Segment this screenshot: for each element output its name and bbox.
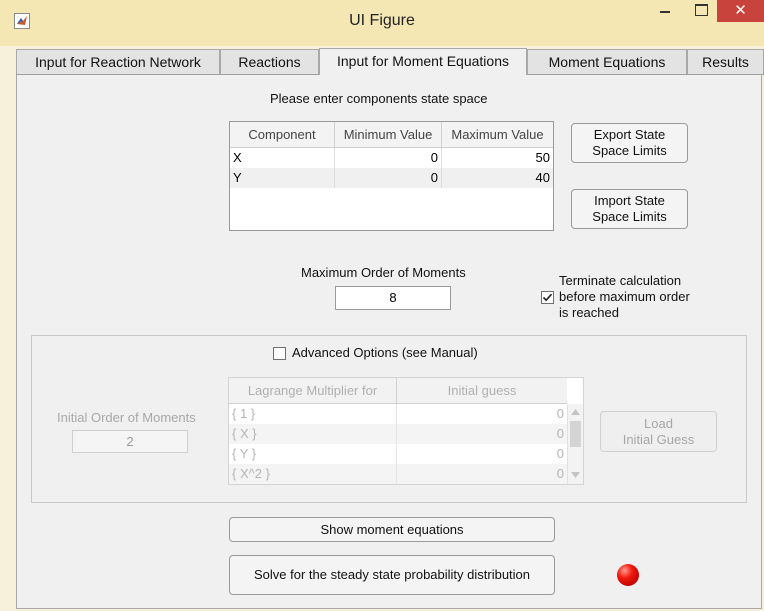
table-row[interactable]: { 1 } 0 xyxy=(229,404,567,424)
scrollbar-thumb[interactable] xyxy=(570,421,581,447)
table-row[interactable]: X 0 50 xyxy=(230,148,553,168)
close-button[interactable]: ✕ xyxy=(717,0,764,22)
export-state-space-button[interactable]: Export State Space Limits xyxy=(571,123,688,163)
minimize-button[interactable] xyxy=(651,0,679,22)
terminate-label-line1: Terminate calculation xyxy=(559,273,682,288)
tab-bar: Input for Reaction Network Reactions Inp… xyxy=(16,48,764,75)
solve-steady-state-button[interactable]: Solve for the steady state probability d… xyxy=(229,555,555,595)
table-row[interactable]: { X } 0 xyxy=(229,424,567,444)
tab-moment-equations[interactable]: Moment Equations xyxy=(527,49,687,74)
scroll-down-icon[interactable] xyxy=(571,472,580,478)
column-header-component[interactable]: Component xyxy=(230,122,335,148)
cell-multiplier[interactable]: { 1 } xyxy=(229,404,397,424)
cell-guess[interactable]: 0 xyxy=(397,464,567,484)
cell-max[interactable]: 40 xyxy=(442,168,553,188)
cell-max[interactable]: 50 xyxy=(442,148,553,168)
tab-input-moment-equations[interactable]: Input for Moment Equations xyxy=(319,48,527,75)
import-label-line1: Import State xyxy=(594,193,665,208)
import-label-line2: Space Limits xyxy=(592,209,667,224)
max-order-label: Maximum Order of Moments xyxy=(301,265,466,280)
maximize-button[interactable] xyxy=(687,0,715,22)
max-order-input[interactable]: 8 xyxy=(335,286,451,310)
terminate-checkbox[interactable] xyxy=(541,291,554,304)
lagrange-multiplier-table[interactable]: Lagrange Multiplier for Initial guess { … xyxy=(228,377,584,485)
tab-input-reaction-network[interactable]: Input for Reaction Network xyxy=(16,49,220,74)
state-space-table[interactable]: Component Minimum Value Maximum Value X … xyxy=(229,121,554,231)
column-header-initial-guess[interactable]: Initial guess xyxy=(397,378,567,404)
initial-order-input[interactable]: 2 xyxy=(72,430,188,453)
load-label-line2: Initial Guess xyxy=(622,431,695,447)
cell-guess[interactable]: 0 xyxy=(397,424,567,444)
table-row[interactable]: { Y } 0 xyxy=(229,444,567,464)
close-icon: ✕ xyxy=(734,2,747,19)
table-scrollbar[interactable] xyxy=(567,404,583,484)
column-header-lagrange[interactable]: Lagrange Multiplier for xyxy=(229,378,397,404)
export-label-line2: Space Limits xyxy=(592,143,667,158)
export-label-line1: Export State xyxy=(593,127,666,142)
tab-results[interactable]: Results xyxy=(687,49,764,74)
terminate-label: Terminate calculation before maximum ord… xyxy=(559,273,690,321)
window-title: UI Figure xyxy=(349,12,415,29)
table-row[interactable]: Y 0 40 xyxy=(230,168,553,188)
cell-component[interactable]: Y xyxy=(230,168,335,188)
minimize-icon xyxy=(660,11,670,13)
cell-multiplier[interactable]: { Y } xyxy=(229,444,397,464)
cell-multiplier[interactable]: { X } xyxy=(229,424,397,444)
initial-order-label: Initial Order of Moments xyxy=(57,410,196,425)
state-space-prompt: Please enter components state space xyxy=(270,91,488,106)
cell-multiplier[interactable]: { X^2 } xyxy=(229,464,397,484)
terminate-label-line2: before maximum order xyxy=(559,289,690,304)
cell-min[interactable]: 0 xyxy=(335,148,442,168)
cell-guess[interactable]: 0 xyxy=(397,444,567,464)
column-header-max[interactable]: Maximum Value xyxy=(442,122,553,148)
advanced-options-checkbox[interactable] xyxy=(273,347,286,360)
title-bar: UI Figure ✕ xyxy=(0,0,764,46)
load-initial-guess-button[interactable]: Load Initial Guess xyxy=(600,411,717,452)
import-state-space-button[interactable]: Import State Space Limits xyxy=(571,189,688,229)
status-lamp xyxy=(617,564,639,586)
checkmark-icon xyxy=(542,293,553,302)
moment-input-panel: Please enter components state space Comp… xyxy=(16,75,762,609)
table-row[interactable]: { X^2 } 0 xyxy=(229,464,567,484)
column-header-min[interactable]: Minimum Value xyxy=(335,122,442,148)
advanced-options-label[interactable]: Advanced Options (see Manual) xyxy=(292,345,478,360)
terminate-label-line3: is reached xyxy=(559,305,619,320)
app-window: UI Figure ✕ Input for Reaction Network R… xyxy=(0,0,764,611)
advanced-options-group: Advanced Options (see Manual) Initial Or… xyxy=(31,335,747,503)
load-label-line1: Load xyxy=(644,415,673,431)
cell-min[interactable]: 0 xyxy=(335,168,442,188)
cell-guess[interactable]: 0 xyxy=(397,404,567,424)
maximize-icon xyxy=(695,4,708,16)
show-moment-equations-button[interactable]: Show moment equations xyxy=(229,517,555,542)
tab-reactions[interactable]: Reactions xyxy=(220,49,319,74)
scroll-up-icon[interactable] xyxy=(571,409,580,415)
cell-component[interactable]: X xyxy=(230,148,335,168)
